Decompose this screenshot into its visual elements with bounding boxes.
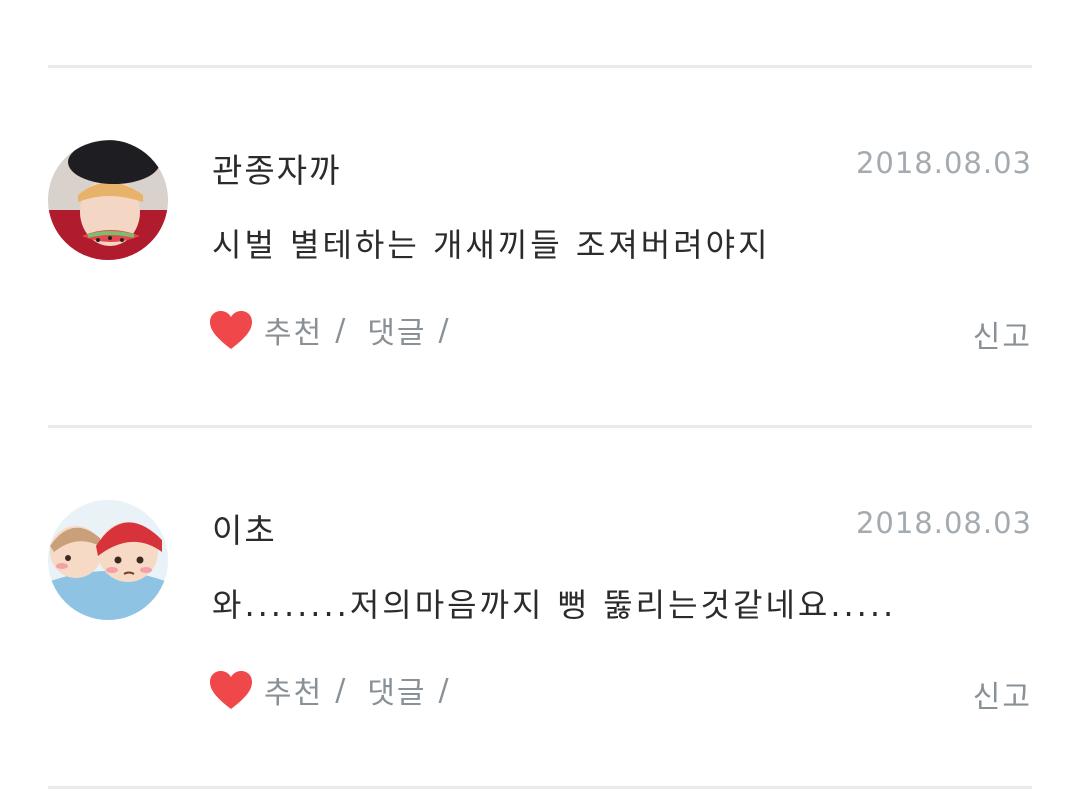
comment-actions: 추천 / 댓글 / [208,308,471,352]
comment-item: 관종자까 2018.08.03 시벌 별테하는 개새끼들 조져버려야지 추천 /… [0,140,1080,440]
comment-list: 관종자까 2018.08.03 시벌 별테하는 개새끼들 조져버려야지 추천 /… [0,0,1080,810]
reply-count-separator: / [438,312,449,348]
comment-actions: 추천 / 댓글 / [208,668,471,712]
comment-text: 시벌 별테하는 개새끼들 조져버려야지 [212,226,771,264]
divider [48,65,1032,68]
heart-icon[interactable] [208,669,254,711]
reply-button[interactable]: 댓글 [367,668,426,712]
avatar[interactable] [48,140,168,260]
recommend-count-separator: / [335,312,346,348]
comment-text: 와........저의마음까지 뻥 뚫리는것같네요..... [212,586,897,624]
recommend-count-separator: / [335,672,346,708]
heart-icon[interactable] [208,309,254,351]
reply-count-separator: / [438,672,449,708]
avatar[interactable] [48,500,168,620]
recommend-button[interactable]: 추천 [264,668,323,712]
divider [48,425,1032,428]
author-name[interactable]: 관종자까 [212,144,341,192]
report-button[interactable]: 신고 [973,672,1032,716]
reply-button[interactable]: 댓글 [367,308,426,352]
comment-date: 2018.08.03 [855,506,1032,540]
recommend-button[interactable]: 추천 [264,308,323,352]
comment-item: 이초 2018.08.03 와........저의마음까지 뻥 뚫리는것같네요.… [0,500,1080,800]
report-button[interactable]: 신고 [973,312,1032,356]
author-name[interactable]: 이초 [212,504,277,552]
divider [48,786,1032,789]
comment-date: 2018.08.03 [855,146,1032,180]
